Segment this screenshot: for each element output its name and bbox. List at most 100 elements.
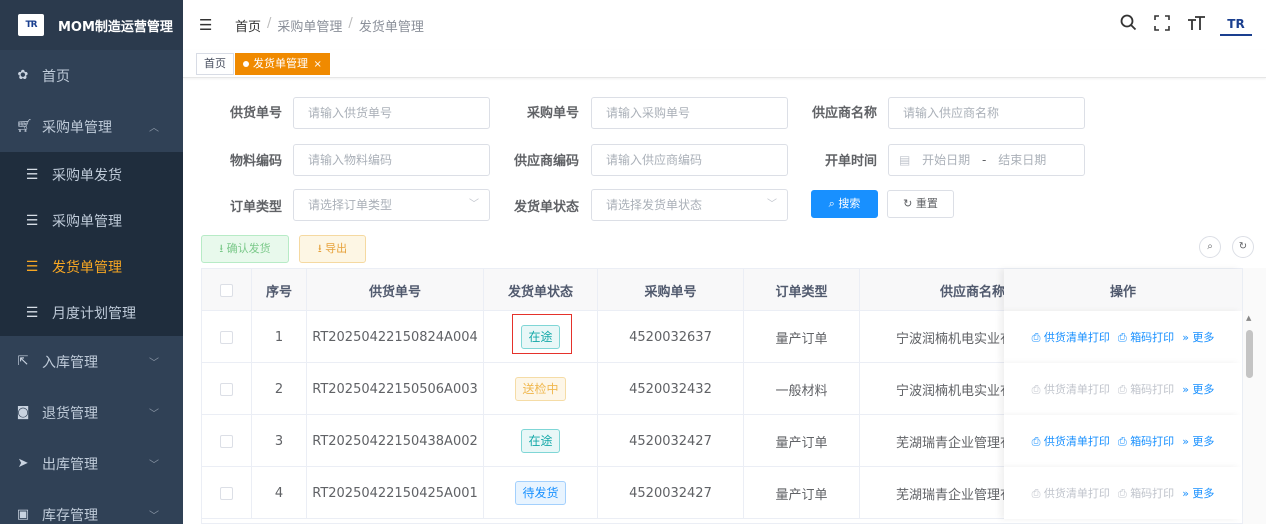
print-box-link[interactable]: ⎙ 箱码打印 [1118, 381, 1174, 397]
print-list-link[interactable]: ⎙ 供货清单打印 [1032, 485, 1110, 501]
menu-toggle-icon[interactable]: ☰ [199, 16, 215, 34]
scrollbar-thumb[interactable] [1246, 330, 1253, 378]
print-list-label: 供货清单打印 [1043, 435, 1110, 448]
sidebar-item-monthly-plan[interactable]: ☰ 月度计划管理 [0, 290, 183, 336]
sidebar-item-return[interactable]: ◙ 退货管理 ﹀ [0, 387, 183, 438]
ship-status-select[interactable]: 请选择发货单状态 ﹀ [591, 189, 788, 221]
fullscreen-icon[interactable] [1152, 14, 1172, 36]
upload-icon: ⭳ [219, 242, 224, 255]
row-checkbox[interactable] [220, 486, 233, 500]
download-icon: ⭳ [317, 242, 322, 255]
confirm-ship-button[interactable]: ⭳ 确认发货 [201, 235, 289, 263]
row-checkbox[interactable] [220, 330, 233, 344]
row-checkbox[interactable] [220, 434, 233, 448]
tag-label: 发货单管理 [253, 57, 308, 70]
select-all-checkbox[interactable] [220, 283, 233, 297]
sidebar-item-label: 月度计划管理 [52, 306, 136, 322]
more-link[interactable]: » 更多 [1182, 433, 1214, 449]
end-date-field[interactable]: 结束日期 [998, 153, 1046, 167]
tag-home[interactable]: 首页 [196, 53, 234, 75]
calendar-icon: ▤ [899, 153, 911, 167]
sidebar-item-po-ship[interactable]: ☰ 采购单发货 [0, 152, 183, 198]
select-all-cell[interactable] [202, 269, 252, 311]
order-type-select[interactable]: 请选择订单类型 ﹀ [293, 189, 490, 221]
refresh-button[interactable]: ↻ [1232, 236, 1254, 258]
row-actions: ⎙ 供货清单打印 ⎙ 箱码打印 » 更多 [1004, 415, 1242, 467]
list-icon: ☰ [25, 167, 39, 183]
print-list-link[interactable]: ⎙ 供货清单打印 [1032, 433, 1110, 449]
toggle-search-button[interactable]: ⌕ [1199, 236, 1221, 258]
select-placeholder: 请选择订单类型 [308, 198, 393, 212]
date-range-picker[interactable]: ▤ 开始日期 - 结束日期 [888, 144, 1085, 176]
search-button-label: 搜索 [838, 197, 861, 210]
sidebar-item-po-manage[interactable]: ☰ 采购单管理 [0, 198, 183, 244]
table-row[interactable]: 1 RT20250422150824A004 在途 4520032637 量产订… [202, 311, 1242, 363]
print-box-link[interactable]: ⎙ 箱码打印 [1118, 329, 1174, 345]
supplier-code-input[interactable]: 请输入供应商编码 [591, 144, 788, 176]
cell-supply-no: RT20250422150438A002 [307, 415, 484, 467]
sidebar-item-shipment-manage[interactable]: ☰ 发货单管理 [0, 244, 183, 290]
row-select-cell[interactable] [202, 311, 252, 363]
row-select-cell[interactable] [202, 467, 252, 519]
export-button[interactable]: ⭳ 导出 [299, 235, 366, 263]
more-link[interactable]: » 更多 [1182, 381, 1214, 397]
material-code-input[interactable]: 请输入物料编码 [293, 144, 490, 176]
send-icon: ➤ [17, 456, 29, 471]
table-row[interactable]: 2 RT20250422150506A003 送检中 4520032432 一般… [202, 363, 1242, 415]
table-scrollbar[interactable] [1243, 268, 1266, 524]
table-row[interactable]: 3 RT20250422150438A002 在途 4520032427 量产订… [202, 415, 1242, 467]
start-date-field[interactable]: 开始日期 [922, 153, 970, 167]
confirm-ship-label: 确认发货 [226, 242, 271, 255]
search-button[interactable]: ⌕ 搜索 [811, 190, 878, 218]
print-list-link[interactable]: ⎙ 供货清单打印 [1032, 381, 1110, 397]
reset-button[interactable]: ↻ 重置 [887, 190, 954, 218]
filter-label: 供应商编码 [513, 154, 579, 169]
header-actions: TR [1118, 14, 1252, 36]
cell-po-no: 4520032427 [598, 415, 744, 467]
supply-no-input[interactable]: 请输入供货单号 [293, 97, 490, 129]
row-select-cell[interactable] [202, 415, 252, 467]
print-box-link[interactable]: ⎙ 箱码打印 [1118, 433, 1174, 449]
cart-icon: 🛒︎ [16, 119, 33, 134]
sidebar-item-inbound[interactable]: ⇱ 入库管理 ﹀ [0, 336, 183, 387]
list-icon: ☰ [25, 305, 39, 321]
search-icon[interactable] [1118, 14, 1138, 36]
list-icon: ☰ [25, 213, 39, 229]
print-box-link[interactable]: ⎙ 箱码打印 [1118, 485, 1174, 501]
more-link[interactable]: » 更多 [1182, 485, 1214, 501]
row-select-cell[interactable] [202, 363, 252, 415]
cell-supplier: 宁波润楠机电实业有 [860, 363, 1006, 415]
supplier-name-input[interactable]: 请输入供应商名称 [888, 97, 1085, 129]
print-box-label: 箱码打印 [1130, 487, 1175, 500]
tag-close-icon[interactable]: × [314, 59, 322, 70]
cell-index: 4 [252, 467, 307, 519]
font-size-icon[interactable] [1186, 15, 1206, 36]
table-row[interactable]: 4 RT20250422150425A001 待发货 4520032427 量产… [202, 467, 1242, 519]
external-link-icon: ⇱ [17, 354, 29, 369]
print-list-link[interactable]: ⎙ 供货清单打印 [1032, 329, 1110, 345]
print-box-label: 箱码打印 [1130, 435, 1175, 448]
scroll-up-arrow-icon[interactable]: ▲ [1246, 314, 1251, 322]
tag-shipment-manage[interactable]: 发货单管理 × [235, 53, 330, 75]
sidebar-item-label: 退货管理 [42, 405, 98, 422]
chevron-down-icon: ﹀ [149, 460, 159, 471]
sidebar-item-home[interactable]: ✿ 首页 [0, 50, 183, 101]
sidebar-item-purchase[interactable]: 🛒︎ 采购单管理 ︿ [0, 101, 183, 152]
col-header: 发货单状态 [484, 269, 598, 311]
cell-order-type: 一般材料 [744, 363, 860, 415]
sidebar-item-stock[interactable]: ▣ 库存管理 ﹀ [0, 489, 183, 524]
printer-icon: ⎙ [1117, 487, 1127, 500]
printer-icon: ⎙ [1117, 435, 1127, 448]
row-checkbox[interactable] [220, 382, 233, 396]
cell-order-type: 量产订单 [744, 415, 860, 467]
sidebar-item-outbound[interactable]: ➤ 出库管理 ﹀ [0, 438, 183, 489]
sidebar-item-label: 发货单管理 [52, 260, 122, 276]
user-avatar[interactable]: TR [1220, 14, 1252, 36]
breadcrumb-home[interactable]: 首页 [235, 16, 261, 35]
more-link[interactable]: » 更多 [1182, 329, 1214, 345]
sidebar-item-label: 入库管理 [42, 354, 98, 371]
po-no-input[interactable]: 请输入采购单号 [591, 97, 788, 129]
printer-icon: ⎙ [1031, 331, 1041, 344]
chevron-down-icon: ﹀ [469, 199, 479, 210]
col-header-actions: 操作 [1004, 269, 1242, 311]
